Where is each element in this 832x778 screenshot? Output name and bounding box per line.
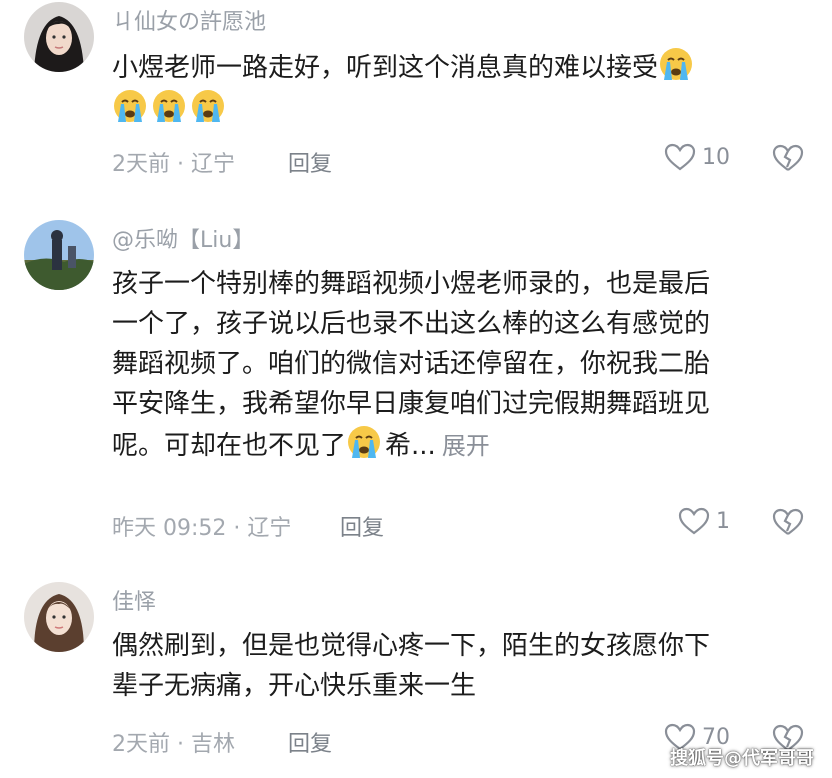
comment-text-line: 舞蹈视频了。咱们的微信对话还停留在，你祝我二胎	[112, 349, 711, 379]
comment-text-line: 一个了，孩子说以后也录不出这么棒的这么有感觉的	[112, 309, 711, 339]
comment-text-line: 平安降生，我希望你早日康复咱们过完假期舞蹈班见	[112, 389, 711, 419]
reply-button[interactable]: 回复	[288, 726, 332, 758]
comment-time-location: 昨天 09:52 · 辽宁	[112, 516, 292, 541]
comment-username[interactable]: 佳怿	[112, 584, 156, 616]
crying-emoji-icon	[346, 424, 382, 460]
broken-heart-icon	[772, 508, 804, 535]
crying-emoji-icon	[658, 46, 694, 82]
avatar-woman-light-hair-icon	[24, 582, 94, 652]
heart-icon	[678, 507, 710, 535]
comment-text-line: 辈子无病痛，开心快乐重来一生	[112, 671, 477, 701]
comment-username[interactable]: @乐呦【Liu】	[112, 222, 254, 254]
avatar[interactable]	[24, 582, 94, 652]
avatar[interactable]	[24, 220, 94, 290]
reply-button[interactable]: 回复	[288, 146, 332, 178]
reply-button[interactable]: 回复	[340, 510, 384, 542]
avatar-woman-dark-hair-icon	[24, 2, 94, 72]
like-count: 10	[702, 144, 730, 170]
crying-emoji-icon	[190, 88, 226, 124]
heart-icon	[664, 143, 696, 171]
like-button[interactable]: 10	[664, 142, 730, 172]
dislike-button[interactable]	[772, 507, 804, 537]
expand-link[interactable]: 展开	[442, 432, 490, 460]
comment-text-line: 小煜老师一路走好，听到这个消息真的难以接受	[112, 53, 659, 83]
comment-text-line: 孩子一个特别棒的舞蹈视频小煜老师录的，也是最后	[112, 269, 711, 299]
crying-emoji-icon	[151, 88, 187, 124]
comment-text: 偶然刷到，但是也觉得心疼一下，陌生的女孩愿你下 辈子无病痛，开心快乐重来一生	[112, 626, 802, 706]
broken-heart-icon	[772, 144, 804, 171]
comment-text-line: 偶然刷到，但是也觉得心疼一下，陌生的女孩愿你下	[112, 631, 711, 661]
avatar[interactable]	[24, 2, 94, 72]
comment-text-line: 呢。可却在也不见了	[112, 431, 347, 461]
comment-username[interactable]: ㄐ仙女の許愿池	[112, 4, 266, 36]
comment-time-location: 2天前 · 吉林	[112, 732, 235, 757]
comment-time-location: 2天前 · 辽宁	[112, 152, 235, 177]
comment-text-trailing: 希...	[385, 431, 436, 461]
crying-emoji-icon	[112, 88, 148, 124]
dislike-button[interactable]	[772, 143, 804, 173]
comment-text: 小煜老师一路走好，听到这个消息真的难以接受	[112, 46, 802, 130]
comment-text: 孩子一个特别棒的舞蹈视频小煜老师录的，也是最后 一个了，孩子说以后也录不出这么棒…	[112, 264, 802, 466]
like-button[interactable]: 1	[678, 506, 730, 536]
like-count: 1	[716, 508, 730, 534]
watermark: 搜狐号@代军哥哥	[670, 748, 814, 769]
avatar-outdoor-scene-icon	[24, 220, 94, 290]
